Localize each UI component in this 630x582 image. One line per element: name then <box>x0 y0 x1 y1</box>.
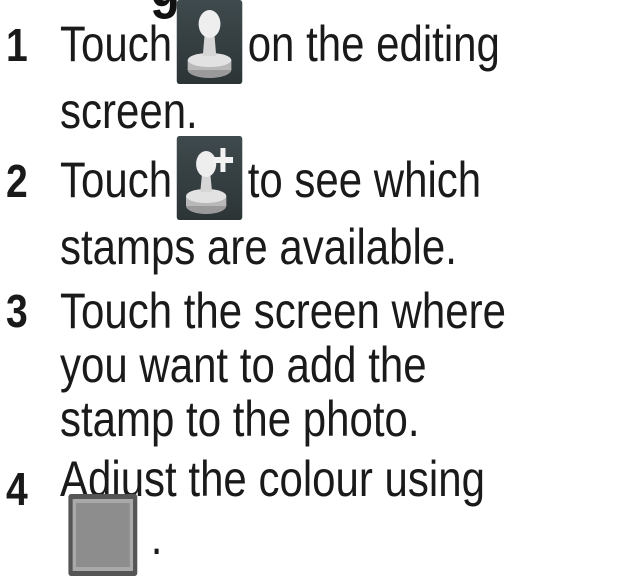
step-1: 1 Touch on the editing screen. <box>6 0 630 138</box>
steps-list: 1 Touch on the editing screen. 2 Touch t… <box>6 0 630 582</box>
step-number: 2 <box>6 155 28 207</box>
step-3: 3 Touch the screen where you want to add… <box>6 284 630 446</box>
step-number: 3 <box>6 285 28 337</box>
step-text: Adjust the colour using. <box>60 452 539 576</box>
add-stamp-icon[interactable] <box>177 136 243 220</box>
step-4: 4 Adjust the colour using. <box>6 452 630 576</box>
colour-swatch-icon[interactable] <box>68 494 138 576</box>
step-text: Touch on the editing screen. <box>60 0 539 138</box>
step-number: 4 <box>6 463 28 515</box>
step-text-before-icon: Touch <box>60 152 173 209</box>
step-text: Touch the screen where you want to add t… <box>60 283 506 447</box>
step-text: Touch to see which stamps are available. <box>60 136 539 274</box>
step-text-before-icon: Touch <box>60 16 173 73</box>
step-number: 1 <box>6 19 28 71</box>
stamp-icon[interactable] <box>177 0 243 84</box>
step-text-after-icon: . <box>150 509 163 566</box>
step-2: 2 Touch to see which stamps are availabl… <box>6 136 630 274</box>
